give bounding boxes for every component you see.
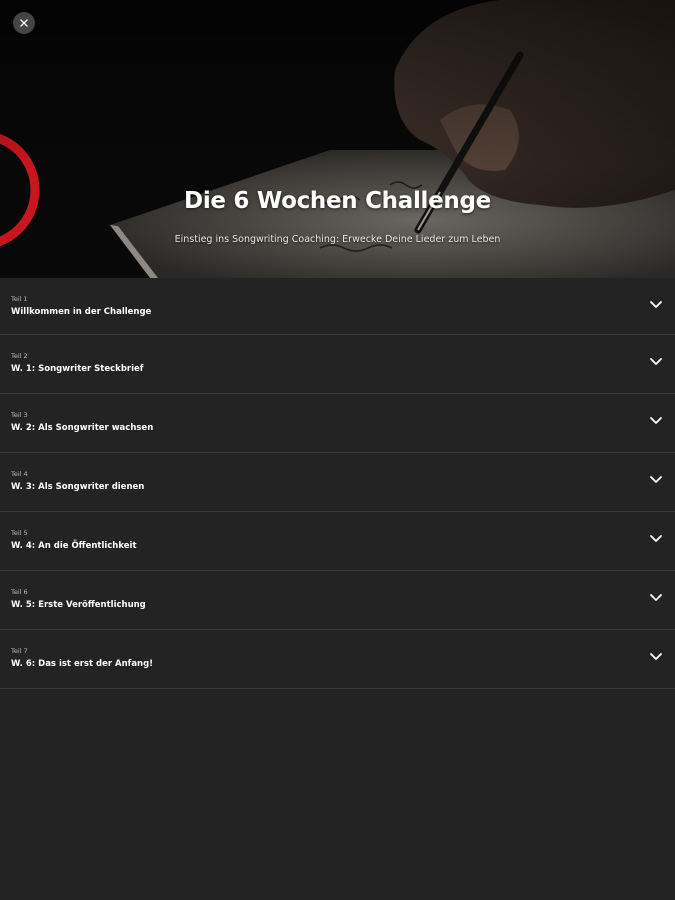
module-row[interactable]: Teil 7 W. 6: Das ist erst der Anfang! — [0, 630, 675, 689]
course-screen: Die 6 Wochen Challenge Einstieg ins Song… — [0, 0, 675, 900]
module-row[interactable]: Teil 1 Willkommen in der Challenge — [0, 278, 675, 335]
module-title: W. 3: Als Songwriter dienen — [11, 482, 145, 492]
module-part-label: Teil 5 — [11, 529, 28, 537]
module-title: W. 5: Erste Veröffentlichung — [11, 600, 146, 610]
module-row[interactable]: Teil 6 W. 5: Erste Veröffentlichung — [0, 571, 675, 630]
module-part-label: Teil 4 — [11, 470, 28, 478]
module-row[interactable]: Teil 3 W. 2: Als Songwriter wachsen — [0, 394, 675, 453]
module-part-label: Teil 7 — [11, 647, 28, 655]
page-title: Die 6 Wochen Challenge — [184, 188, 491, 214]
module-title: W. 2: Als Songwriter wachsen — [11, 423, 154, 433]
chevron-down-icon[interactable] — [649, 534, 663, 544]
chevron-down-icon[interactable] — [649, 475, 663, 485]
module-part-label: Teil 2 — [11, 352, 28, 360]
module-title: W. 1: Songwriter Steckbrief — [11, 364, 144, 374]
close-button[interactable] — [13, 12, 35, 34]
chevron-down-icon[interactable] — [649, 300, 663, 310]
hero-banner: Die 6 Wochen Challenge Einstieg ins Song… — [0, 0, 675, 278]
chevron-down-icon[interactable] — [649, 416, 663, 426]
chevron-down-icon[interactable] — [649, 357, 663, 367]
chevron-down-icon[interactable] — [649, 593, 663, 603]
module-part-label: Teil 3 — [11, 411, 28, 419]
module-part-label: Teil 6 — [11, 588, 28, 596]
chevron-down-icon[interactable] — [649, 652, 663, 662]
module-title: W. 6: Das ist erst der Anfang! — [11, 659, 154, 669]
module-row[interactable]: Teil 4 W. 3: Als Songwriter dienen — [0, 453, 675, 512]
page-subtitle: Einstieg ins Songwriting Coaching: Erwec… — [174, 234, 501, 245]
module-row[interactable]: Teil 5 W. 4: An die Öffentlichkeit — [0, 512, 675, 571]
module-title: Willkommen in der Challenge — [11, 307, 152, 317]
close-icon — [20, 19, 28, 27]
module-list: Teil 1 Willkommen in der Challenge Teil … — [0, 278, 675, 689]
module-title: W. 4: An die Öffentlichkeit — [11, 541, 137, 551]
module-row[interactable]: Teil 2 W. 1: Songwriter Steckbrief — [0, 335, 675, 394]
module-part-label: Teil 1 — [11, 295, 28, 303]
